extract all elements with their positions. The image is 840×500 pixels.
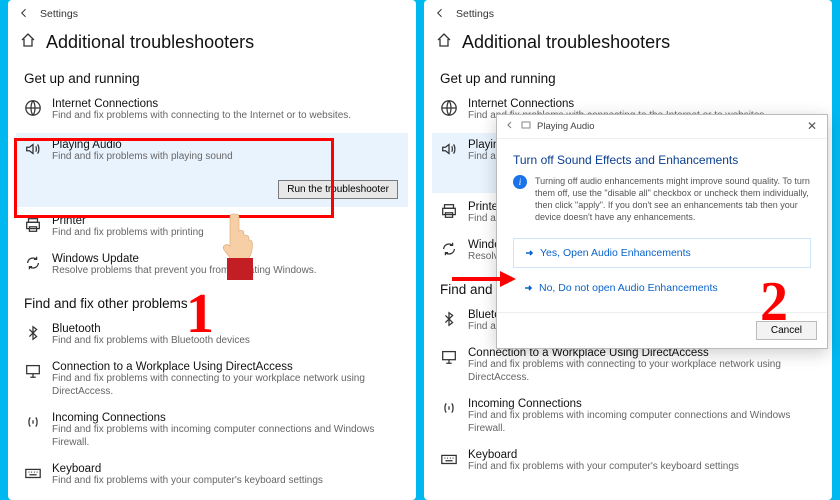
dialog-breadcrumb: Playing Audio	[537, 121, 595, 132]
item-title: Incoming Connections	[52, 412, 400, 424]
item-desc: Find and fix problems with your computer…	[468, 461, 739, 474]
item-title: Incoming Connections	[468, 398, 816, 410]
home-icon[interactable]	[436, 32, 452, 53]
annotation-red-arrow	[450, 269, 518, 294]
refresh-icon	[24, 254, 42, 277]
troubleshooter-incoming[interactable]: Incoming Connections Find and fix proble…	[424, 392, 832, 443]
dialog-heading: Turn off Sound Effects and Enhancements	[513, 153, 811, 167]
page-title: Additional troubleshooters	[462, 32, 670, 53]
item-title: Printer	[52, 215, 204, 227]
item-desc: Find and fix problems with incoming comp…	[468, 410, 816, 435]
page-header: Additional troubleshooters	[424, 28, 832, 61]
section-get-up: Get up and running	[424, 61, 832, 92]
incoming-icon	[440, 399, 458, 422]
troubleshooter-internet[interactable]: Internet Connections Find and fix proble…	[8, 92, 416, 131]
item-title: Internet Connections	[468, 98, 767, 110]
topbar-title: Settings	[40, 8, 78, 20]
annotation-step-2: 2	[760, 270, 788, 334]
network-icon	[24, 362, 42, 385]
dialog-back-icon[interactable]	[505, 120, 515, 133]
option-label: No, Do not open Audio Enhancements	[539, 282, 718, 294]
item-desc: Resolve problems that prevent you from u…	[52, 265, 317, 278]
annotation-step-1: 1	[186, 282, 214, 346]
item-desc: Find and fix problems with Bluetooth dev…	[52, 335, 250, 348]
window-topbar: Settings	[424, 0, 832, 28]
home-icon[interactable]	[20, 32, 36, 53]
item-desc: Find and fix problems with connecting to…	[52, 373, 400, 398]
speaker-icon	[24, 140, 42, 163]
globe-icon	[24, 99, 42, 122]
globe-icon	[440, 99, 458, 122]
back-icon[interactable]	[434, 7, 446, 22]
troubleshooter-incoming[interactable]: Incoming Connections Find and fix proble…	[8, 406, 416, 457]
page-title: Additional troubleshooters	[46, 32, 254, 53]
troubleshooter-keyboard[interactable]: Keyboard Find and fix problems with your…	[424, 443, 832, 482]
bluetooth-icon	[440, 310, 458, 333]
incoming-icon	[24, 413, 42, 436]
refresh-icon	[440, 240, 458, 263]
printer-icon	[440, 202, 458, 225]
speaker-icon	[440, 140, 458, 163]
item-title: Internet Connections	[52, 98, 351, 110]
troubleshooter-directaccess[interactable]: Connection to a Workplace Using DirectAc…	[8, 355, 416, 406]
item-title: Playing Audio	[52, 139, 233, 151]
dialog-info-text: Turning off audio enhancements might imp…	[535, 175, 811, 224]
annotation-hand-pointer	[212, 210, 262, 280]
bluetooth-icon	[24, 324, 42, 347]
item-title: Bluetooth	[52, 323, 250, 335]
settings-window-left: Settings Additional troubleshooters Get …	[8, 0, 416, 500]
run-troubleshooter-button[interactable]: Run the troubleshooter	[278, 180, 398, 199]
option-label: Yes, Open Audio Enhancements	[540, 247, 691, 259]
page-header: Additional troubleshooters	[8, 28, 416, 61]
item-desc: Find and fix problems with incoming comp…	[52, 424, 400, 449]
network-icon	[440, 348, 458, 371]
window-topbar: Settings	[8, 0, 416, 28]
item-desc: Find and fix problems with connecting to…	[468, 359, 816, 384]
printer-icon	[24, 216, 42, 239]
item-desc: Find and fix problems with playing sound	[52, 151, 233, 164]
option-yes-open-enhancements[interactable]: Yes, Open Audio Enhancements	[513, 238, 811, 268]
item-desc: Find and fix problems with connecting to…	[52, 110, 351, 123]
dialog-app-icon	[521, 120, 531, 133]
item-title: Keyboard	[52, 463, 323, 475]
topbar-title: Settings	[456, 8, 494, 20]
troubleshooter-directaccess[interactable]: Connection to a Workplace Using DirectAc…	[424, 341, 832, 392]
item-desc: Find and fix problems with printing	[52, 227, 204, 240]
item-title: Keyboard	[468, 449, 739, 461]
item-desc: Find and fix problems with your computer…	[52, 475, 323, 488]
section-get-up: Get up and running	[8, 61, 416, 92]
item-title: Windows Update	[52, 253, 317, 265]
close-icon[interactable]: ✕	[803, 117, 821, 135]
item-title: Connection to a Workplace Using DirectAc…	[468, 347, 816, 359]
back-icon[interactable]	[18, 7, 30, 22]
keyboard-icon	[24, 464, 42, 487]
info-icon: i	[513, 175, 527, 189]
keyboard-icon	[440, 450, 458, 473]
troubleshooter-audio-selected[interactable]: Playing Audio Find and fix problems with…	[16, 133, 408, 207]
item-title: Connection to a Workplace Using DirectAc…	[52, 361, 400, 373]
troubleshooter-keyboard[interactable]: Keyboard Find and fix problems with your…	[8, 457, 416, 496]
